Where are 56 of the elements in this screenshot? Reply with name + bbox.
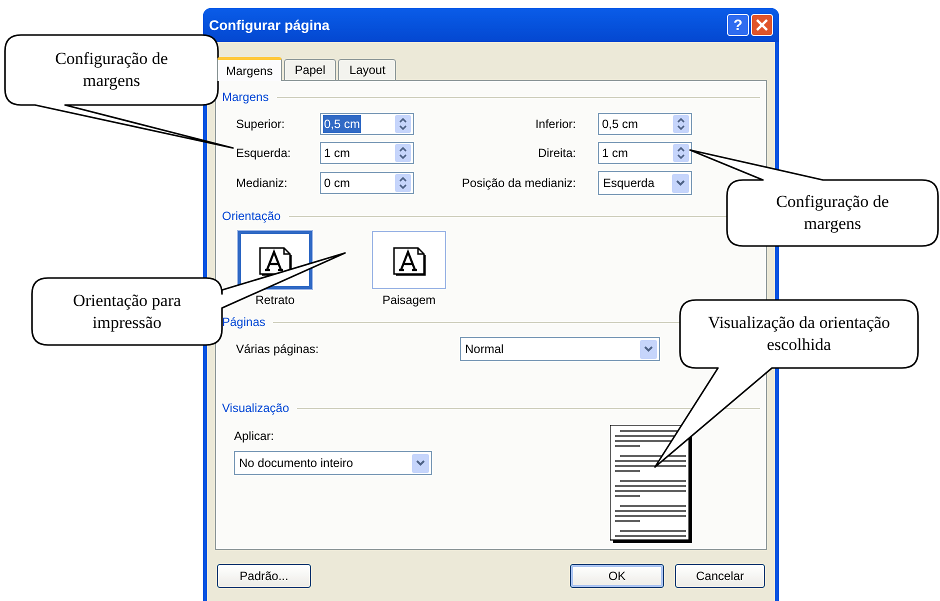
dialog-button[interactable]: Cancelar (675, 564, 765, 588)
spin-arrows-icon (395, 115, 411, 133)
dialog-button[interactable]: OK (570, 564, 664, 588)
field-value: 0,5 cm (601, 116, 640, 133)
callout-text: Orientação para impressão (72, 290, 182, 334)
dropdown-arrow-button[interactable] (640, 340, 657, 358)
window-title: Configurar página (209, 16, 330, 35)
dropdown-field[interactable]: Esquerda (598, 171, 692, 195)
field-value: 0 cm (323, 175, 352, 192)
spin-field[interactable]: 1 cm (320, 142, 414, 164)
spin-arrows-icon (673, 115, 689, 133)
dropdown-value: Normal (465, 341, 504, 358)
section-heading: Margens (222, 89, 269, 106)
dropdown-field[interactable]: No documento inteiro (234, 451, 432, 475)
dropdown-value: No documento inteiro (239, 455, 354, 472)
dropdown-arrow-button[interactable] (412, 454, 429, 472)
field-value: 1 cm (323, 145, 352, 162)
dropdown-arrow-button[interactable] (672, 174, 689, 192)
chevron-down-icon (644, 346, 653, 352)
callout-text: Configuração de margens (54, 48, 169, 92)
chevron-down-icon (416, 460, 425, 466)
dialog-button[interactable]: Padrão... (217, 564, 311, 588)
field-label: Inferior: (535, 116, 576, 133)
callout-text: Visualização da orientação escolhida (706, 312, 892, 356)
field-label: Direita: (538, 145, 576, 162)
tab[interactable]: Margens (217, 57, 282, 81)
close-button[interactable] (751, 14, 773, 36)
tab[interactable]: Layout (338, 59, 396, 80)
spin-field[interactable]: 0,5 cm (320, 113, 414, 135)
field-label: Superior: (236, 116, 286, 133)
spin-arrows-icon (395, 144, 411, 162)
spin-arrows-icon (395, 174, 411, 192)
spin-field[interactable]: 0 cm (320, 172, 414, 194)
orientation-option[interactable] (372, 231, 446, 289)
chevron-down-icon (676, 180, 685, 186)
dropdown-value: Esquerda (603, 175, 654, 192)
tab[interactable]: Papel (284, 59, 336, 80)
section-heading: Orientação (222, 208, 281, 225)
orientation-label: Retrato (255, 292, 295, 309)
callout-text: Configuração de margens (775, 191, 890, 235)
section-heading: Visualização (222, 400, 290, 417)
spin-field[interactable]: 1 cm (598, 142, 692, 164)
field-label: Esquerda: (236, 145, 292, 162)
field-label: Aplicar: (234, 428, 276, 445)
help-button[interactable]: ? (727, 14, 749, 36)
spin-arrows-icon (673, 144, 689, 162)
section-heading: Páginas (222, 314, 266, 331)
field-label: Medianiz: (236, 175, 288, 192)
orientation-label: Paisagem (382, 292, 436, 309)
field-label: Várias páginas: (236, 341, 320, 358)
field-label: Posição da medianiz: (462, 175, 576, 192)
close-icon (756, 19, 768, 31)
spin-field[interactable]: 0,5 cm (598, 113, 692, 135)
dropdown-field[interactable]: Normal (460, 337, 660, 361)
field-value: 0,5 cm (323, 115, 362, 133)
field-value: 1 cm (601, 145, 630, 162)
